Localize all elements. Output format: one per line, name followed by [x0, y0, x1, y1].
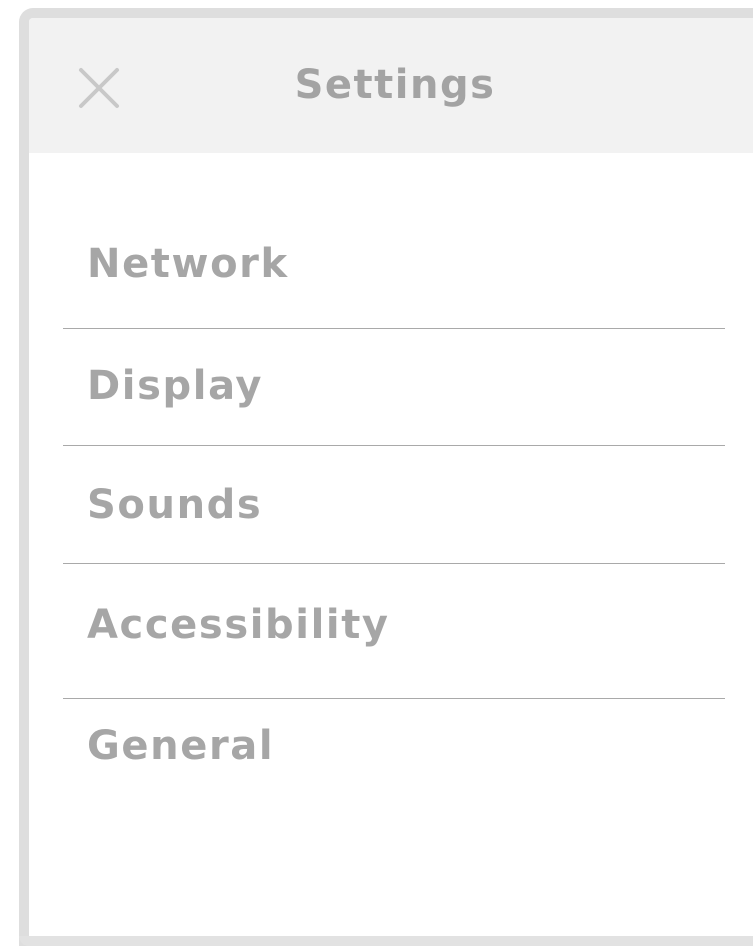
- menu-item-label: General: [87, 723, 275, 769]
- screen: Settings Network Display Sounds Accessib…: [0, 0, 753, 946]
- menu-item-display[interactable]: Display: [63, 329, 725, 446]
- page-title: Settings: [294, 62, 496, 108]
- menu-item-general[interactable]: General: [63, 699, 725, 819]
- menu-item-sounds[interactable]: Sounds: [63, 446, 725, 564]
- settings-header: Settings: [29, 18, 753, 153]
- menu-item-label: Display: [87, 363, 264, 409]
- panel-bottom-edge: [19, 936, 753, 946]
- menu-item-label: Accessibility: [87, 602, 390, 648]
- menu-item-network[interactable]: Network: [63, 153, 725, 329]
- menu-item-accessibility[interactable]: Accessibility: [63, 564, 725, 699]
- settings-menu: Network Display Sounds Accessibility Gen…: [63, 153, 725, 819]
- menu-item-label: Sounds: [87, 482, 263, 528]
- settings-panel: Settings Network Display Sounds Accessib…: [19, 8, 753, 946]
- menu-item-label: Network: [87, 241, 289, 287]
